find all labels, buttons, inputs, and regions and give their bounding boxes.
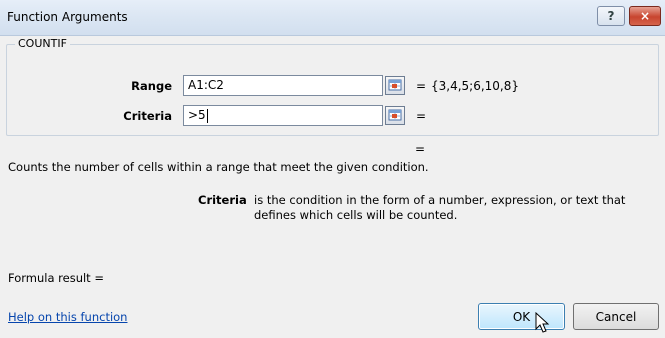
collapse-dialog-icon [388, 79, 402, 91]
mouse-pointer-icon [535, 312, 550, 333]
criteria-input-value: >5 [188, 108, 206, 122]
function-arguments-group: COUNTIF Range A1:C2 = {3,4,5;6,10,8} Cri… [6, 37, 659, 136]
criteria-input[interactable]: >5 [183, 105, 383, 126]
range-input[interactable]: A1:C2 [183, 75, 383, 96]
criteria-collapse-button[interactable] [385, 106, 405, 125]
criteria-equals: = [416, 109, 427, 123]
range-collapse-button[interactable] [385, 76, 405, 95]
function-description: Counts the number of cells within a rang… [8, 160, 429, 174]
range-result: {3,4,5;6,10,8} [431, 79, 520, 93]
argument-help-name: Criteria [198, 193, 247, 207]
collapse-dialog-icon [388, 109, 402, 121]
window-title: Function Arguments [7, 10, 128, 24]
range-input-value: A1:C2 [188, 78, 224, 92]
range-label: Range [131, 79, 172, 93]
close-icon: × [639, 9, 651, 23]
help-button[interactable]: ? [597, 6, 625, 26]
close-button[interactable]: × [629, 6, 661, 26]
ok-button[interactable]: OK [478, 303, 565, 330]
criteria-label: Criteria [123, 109, 172, 123]
argument-help-text: is the condition in the form of a number… [254, 193, 626, 222]
formula-result: Formula result = [8, 271, 104, 285]
help-on-function-link[interactable]: Help on this function [8, 310, 127, 324]
overall-result-equals: = [415, 142, 426, 156]
cancel-button-label: Cancel [595, 309, 637, 324]
question-mark-icon: ? [607, 9, 615, 23]
title-bar[interactable]: Function Arguments ? × [0, 0, 665, 36]
text-caret [206, 108, 208, 123]
cancel-button[interactable]: Cancel [573, 303, 659, 330]
function-name: COUNTIF [15, 37, 70, 50]
range-equals: = [416, 79, 427, 93]
ok-button-label: OK [512, 309, 531, 324]
